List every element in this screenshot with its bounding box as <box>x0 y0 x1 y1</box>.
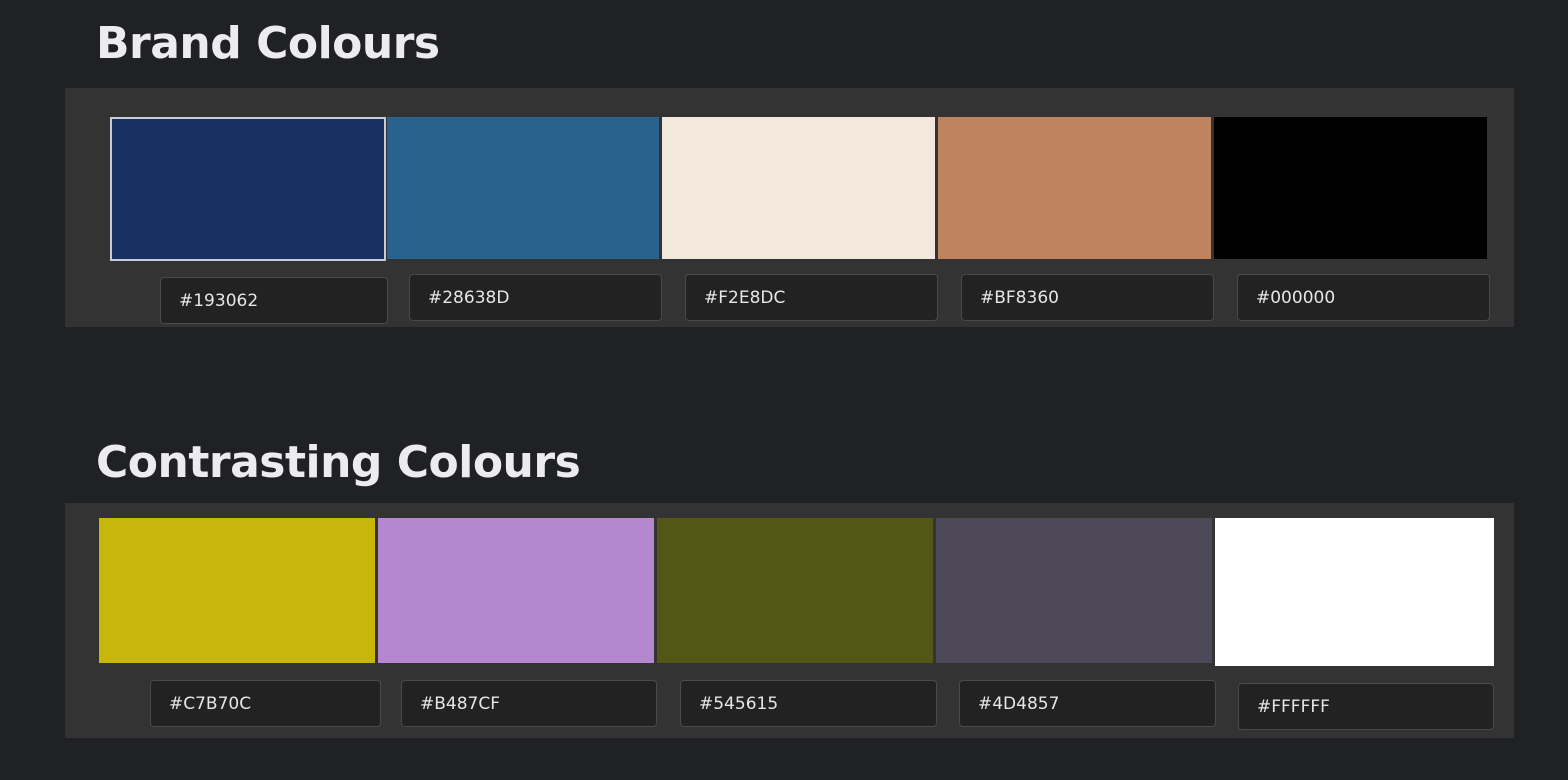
brand-swatch-2[interactable] <box>387 117 659 259</box>
contrasting-colours-heading: Contrasting Colours <box>96 437 581 488</box>
brand-swatch-4[interactable] <box>938 117 1211 259</box>
brand-swatch-3[interactable] <box>662 117 935 259</box>
contrasting-swatch-2[interactable] <box>378 518 654 663</box>
contrasting-swatch-1[interactable] <box>99 518 375 663</box>
contrasting-hex-input-5[interactable]: #FFFFFF <box>1238 683 1494 730</box>
brand-swatch-1[interactable] <box>110 117 386 261</box>
brand-swatch-5[interactable] <box>1214 117 1487 259</box>
contrasting-hex-input-3[interactable]: #545615 <box>680 680 937 727</box>
brand-colours-heading: Brand Colours <box>96 18 440 69</box>
contrasting-swatch-4[interactable] <box>936 518 1212 663</box>
brand-hex-input-2[interactable]: #28638D <box>409 274 662 321</box>
contrasting-hex-input-4[interactable]: #4D4857 <box>959 680 1216 727</box>
contrasting-hex-input-2[interactable]: #B487CF <box>401 680 657 727</box>
brand-hex-input-1[interactable]: #193062 <box>160 277 388 324</box>
contrasting-swatch-5[interactable] <box>1215 518 1494 666</box>
contrasting-swatch-3[interactable] <box>657 518 933 663</box>
contrasting-hex-input-1[interactable]: #C7B70C <box>150 680 381 727</box>
brand-hex-input-5[interactable]: #000000 <box>1237 274 1490 321</box>
brand-hex-input-4[interactable]: #BF8360 <box>961 274 1214 321</box>
brand-hex-input-3[interactable]: #F2E8DC <box>685 274 938 321</box>
